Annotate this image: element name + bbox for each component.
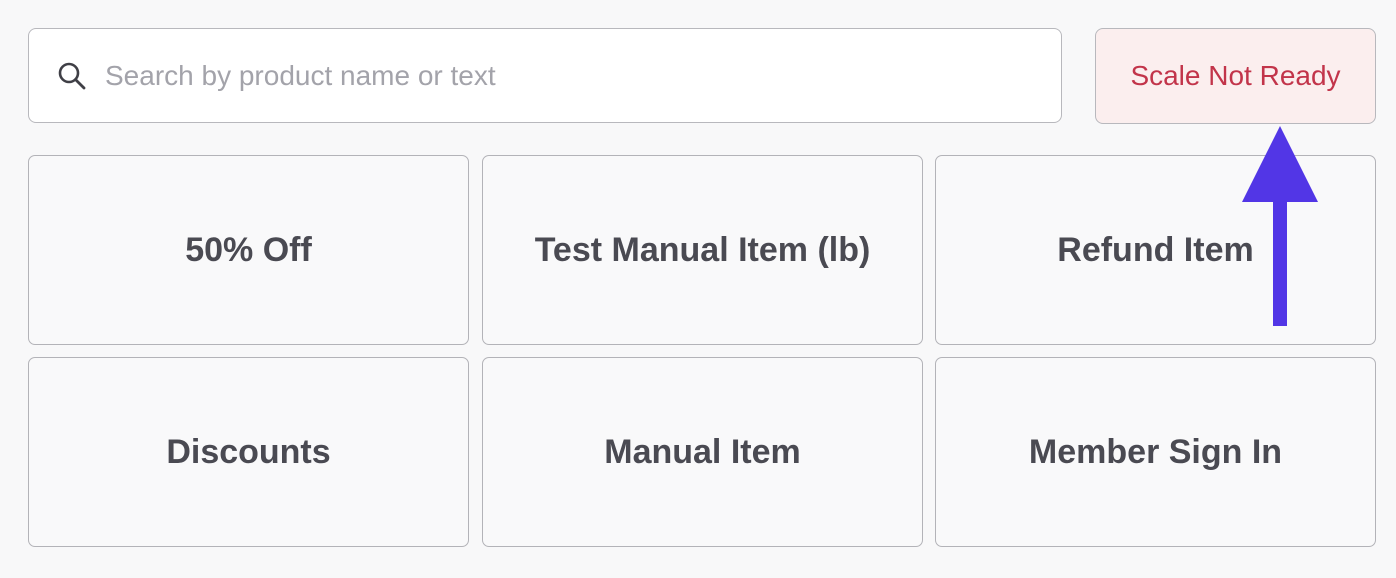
tile-50-percent-off[interactable]: 50% Off [28, 155, 469, 345]
arrow-up-icon [1242, 126, 1318, 326]
tile-member-sign-in[interactable]: Member Sign In [935, 357, 1376, 547]
tile-manual-item[interactable]: Manual Item [482, 357, 923, 547]
scale-status-button[interactable]: Scale Not Ready [1095, 28, 1376, 124]
search-box[interactable] [28, 28, 1062, 123]
search-input[interactable] [105, 29, 1045, 122]
tile-test-manual-item-lb[interactable]: Test Manual Item (lb) [482, 155, 923, 345]
search-icon [57, 61, 87, 91]
tile-discounts[interactable]: Discounts [28, 357, 469, 547]
